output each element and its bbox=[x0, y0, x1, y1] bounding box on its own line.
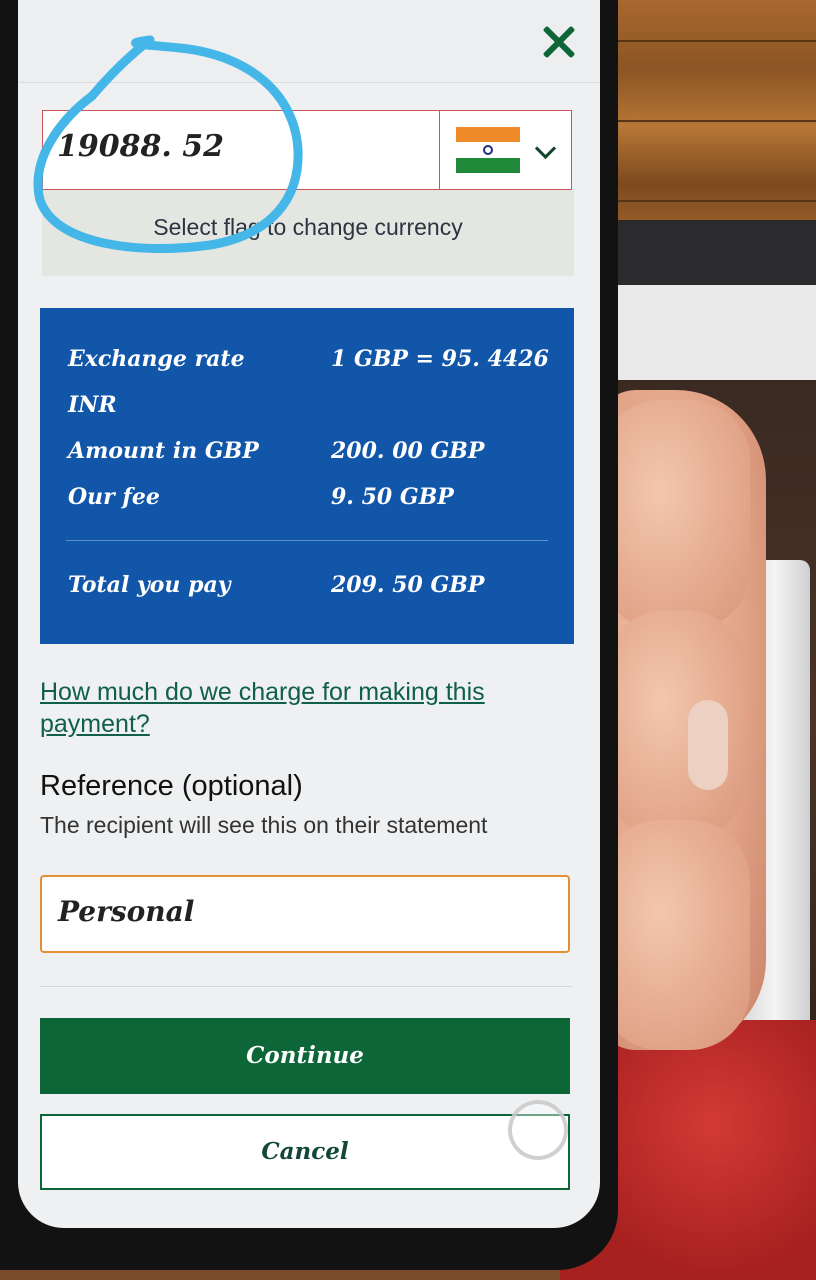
annotation-circle bbox=[33, 35, 303, 253]
